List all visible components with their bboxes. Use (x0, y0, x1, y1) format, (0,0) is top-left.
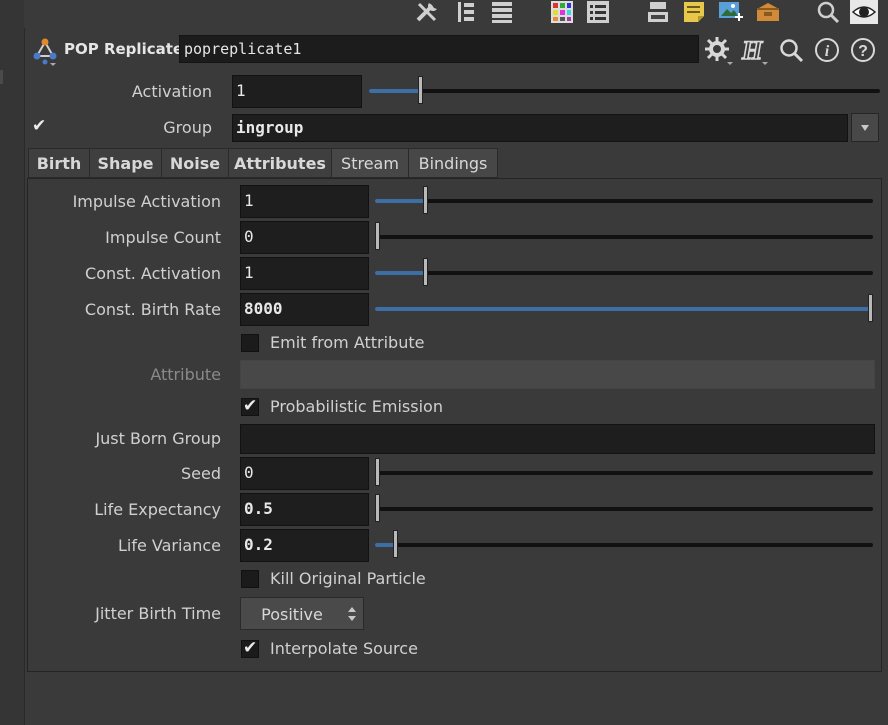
group-menu-button[interactable] (851, 113, 879, 142)
checkmark-icon: ✔ (243, 638, 258, 658)
activation-slider[interactable] (369, 76, 880, 104)
life-expectancy-label: Life Expectancy (94, 500, 221, 519)
seed-label: Seed (181, 464, 221, 483)
kill-original-particle-label: Kill Original Particle (270, 569, 426, 588)
gear-icon[interactable] (703, 35, 733, 65)
seed-field[interactable]: 0 (240, 457, 369, 490)
slider-handle[interactable] (422, 258, 428, 286)
slider-handle[interactable] (375, 222, 380, 250)
life-variance-label: Life Variance (117, 536, 221, 555)
search-icon[interactable] (814, 0, 842, 24)
impulse-activation-label: Impulse Activation (72, 192, 221, 211)
slider-fill (375, 271, 425, 275)
activation-field[interactable]: 1 (232, 75, 362, 108)
const-activation-slider[interactable] (375, 258, 873, 286)
life-expectancy-slider[interactable] (375, 494, 873, 522)
slider-handle[interactable] (392, 530, 398, 558)
emit-from-attribute-label: Emit from Attribute (270, 333, 425, 352)
kill-original-particle-checkbox[interactable]: ✔ (241, 570, 259, 588)
group-label: Group (163, 118, 212, 137)
node-name-field[interactable]: popreplicate1 (179, 35, 699, 63)
slider-fill (375, 199, 425, 203)
tab-birth[interactable]: Birth (28, 148, 90, 178)
interpolate-source-label: Interpolate Source (270, 639, 418, 658)
group-field[interactable]: ingroup (232, 114, 848, 142)
tab-stream[interactable]: Stream (331, 148, 409, 178)
checkmark-icon: ✔ (32, 116, 47, 136)
tab-shape[interactable]: Shape (89, 148, 162, 178)
sticky-note-icon[interactable] (680, 0, 708, 24)
parameter-list-icon[interactable] (584, 0, 612, 24)
svg-text:?: ? (858, 43, 868, 60)
probabilistic-emission-label: Probabilistic Emission (270, 397, 443, 416)
tab-noise[interactable]: Noise (161, 148, 229, 178)
group-enable-checkbox[interactable]: ✔ (31, 116, 49, 137)
tab-attributes[interactable]: Attributes (228, 148, 332, 178)
slider-fill (369, 89, 421, 93)
const-birth-rate-label: Const. Birth Rate (84, 300, 221, 319)
impulse-activation-field[interactable]: 1 (240, 185, 369, 218)
impulse-count-field[interactable]: 0 (240, 221, 369, 254)
zoom-search-icon[interactable] (776, 35, 806, 65)
updown-arrow-icon (348, 607, 356, 621)
tree-list-icon[interactable] (452, 0, 480, 24)
life-expectancy-field[interactable]: 0.5 (240, 493, 369, 526)
impulse-activation-slider[interactable] (375, 186, 873, 214)
slider-handle[interactable] (422, 186, 428, 214)
slider-handle[interactable] (418, 76, 424, 104)
tab-bindings[interactable]: Bindings (408, 148, 498, 178)
activation-label: Activation (131, 82, 212, 101)
node-type-label: POP Replicate (64, 40, 184, 58)
impulse-count-slider[interactable] (375, 222, 873, 250)
dropdown-arrow-icon (861, 125, 869, 131)
slider-handle[interactable] (375, 458, 380, 486)
svg-text:H: H (741, 36, 763, 65)
pop-replicate-node-icon[interactable] (32, 38, 58, 66)
tools-icon[interactable] (414, 0, 442, 24)
color-grid-icon[interactable] (548, 0, 576, 24)
attribute-label: Attribute (150, 365, 221, 384)
left-gutter (0, 0, 25, 725)
const-birth-rate-slider[interactable] (375, 294, 873, 322)
const-birth-rate-field[interactable]: 8000 (240, 293, 369, 326)
life-variance-field[interactable]: 0.2 (240, 529, 369, 562)
just-born-group-label: Just Born Group (95, 429, 221, 448)
slider-fill (375, 307, 870, 311)
const-activation-field[interactable]: 1 (240, 257, 369, 290)
gutter-marker (0, 70, 3, 84)
attribute-field[interactable] (240, 360, 875, 389)
impulse-count-label: Impulse Count (105, 228, 221, 247)
const-activation-label: Const. Activation (85, 264, 221, 283)
just-born-group-field[interactable] (240, 424, 875, 454)
top-toolbar (24, 0, 888, 28)
interpolate-source-checkbox[interactable]: ✔ (241, 638, 259, 658)
seed-slider[interactable] (375, 458, 873, 486)
image-add-icon[interactable] (716, 0, 744, 24)
list-view-icon[interactable] (488, 0, 516, 24)
eye-icon[interactable] (850, 0, 878, 24)
package-icon[interactable] (754, 0, 782, 24)
svg-text:i: i (825, 43, 830, 60)
probabilistic-emission-checkbox[interactable]: ✔ (241, 396, 259, 416)
node-layout-icon[interactable] (644, 0, 672, 24)
emit-from-attribute-checkbox[interactable]: ✔ (241, 334, 259, 352)
slider-handle[interactable] (375, 494, 381, 522)
life-variance-slider[interactable] (375, 530, 873, 558)
jitter-birth-time-menu[interactable]: Positive (240, 597, 364, 630)
jitter-birth-time-value: Positive (261, 605, 323, 624)
slider-handle[interactable] (868, 294, 873, 322)
houdini-help-icon[interactable]: H (738, 35, 768, 65)
slider-fill (375, 543, 395, 547)
checkmark-icon: ✔ (243, 396, 258, 416)
node-header: POP Replicate popreplicate1 H i ? (24, 30, 888, 70)
help-icon[interactable]: ? (848, 35, 878, 65)
info-icon[interactable]: i (812, 35, 842, 65)
jitter-birth-time-label: Jitter Birth Time (95, 604, 221, 623)
